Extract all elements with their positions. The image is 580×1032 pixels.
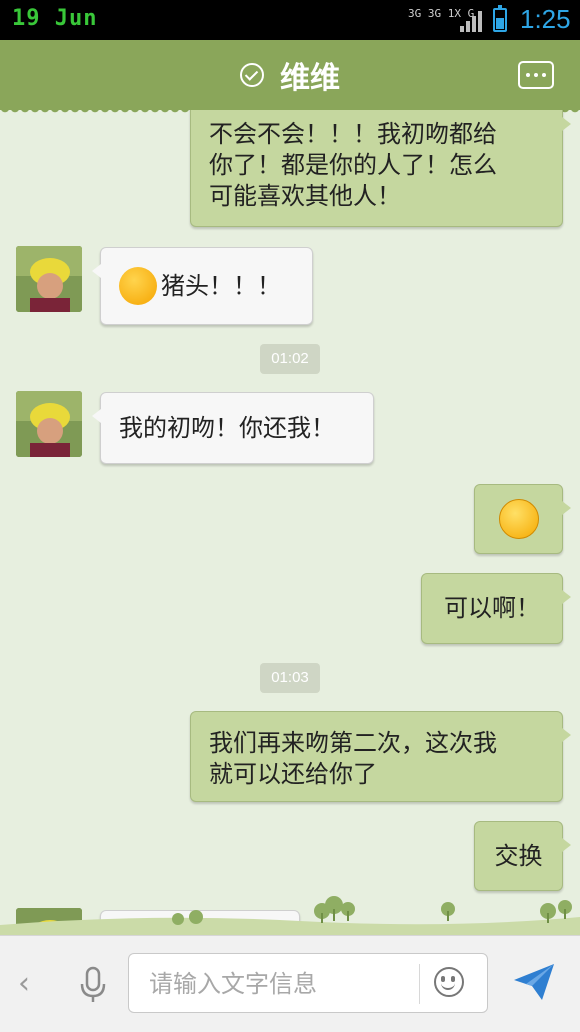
message-text: 不会不会！！！我初吻都给 你了！都是你的人了！怎么 可能喜欢其他人！ (209, 120, 497, 210)
battery-icon (493, 5, 507, 32)
avatar[interactable] (16, 246, 82, 312)
check-circle-icon (240, 63, 264, 87)
message-list[interactable]: 不会不会！！！我初吻都给 你了！都是你的人了！怎么 可能喜欢其他人！ 猪头！！！… (0, 110, 580, 935)
divider (419, 964, 420, 1004)
status-date: 19 Jun (12, 6, 98, 31)
laugh-emoji-icon (119, 267, 157, 305)
message-bubble-outgoing[interactable]: 可以啊！ (421, 573, 571, 644)
message-input[interactable] (147, 966, 421, 1002)
chevron-left-icon[interactable]: ‹ (18, 966, 30, 1001)
message-bubble-outgoing[interactable]: 我们再来吻第二次，这次我 就可以还给你了 (190, 711, 571, 802)
chat-header: 维维 (0, 40, 580, 116)
message-text: 可以啊！ (444, 594, 540, 622)
timestamp: 01:03 (260, 663, 320, 693)
message-text: 猪头！！！ (161, 271, 281, 300)
more-icon[interactable] (518, 61, 554, 89)
status-bar: 19 Jun 3G 3G 1X G 1:25 (0, 0, 580, 40)
microphone-icon[interactable] (78, 966, 108, 1004)
message-bubble-incoming[interactable]: 我的初吻！你还我！ (92, 392, 374, 464)
message-text: 我们再来吻第二次，这次我 就可以还给你了 (209, 729, 497, 788)
input-bar: ‹ (0, 935, 580, 1032)
send-icon[interactable] (512, 962, 556, 1002)
battery-level (496, 18, 504, 29)
message-text: 交换 (494, 841, 543, 870)
message-input-field[interactable] (128, 953, 488, 1013)
smile-emoji-icon (498, 499, 539, 539)
message-text: 我的初吻！你还我！ (119, 413, 335, 442)
avatar[interactable] (16, 391, 82, 457)
signal-icon (460, 10, 484, 32)
scenery-decoration (0, 896, 580, 935)
message-bubble-outgoing[interactable]: 不会不会！！！我初吻都给 你了！都是你的人了！怎么 可能喜欢其他人！ (190, 110, 571, 227)
smiley-face-icon[interactable] (434, 967, 464, 997)
timestamp: 01:02 (260, 344, 320, 374)
status-time: 1:25 (520, 4, 571, 34)
message-bubble-outgoing[interactable] (474, 484, 571, 554)
message-bubble-outgoing[interactable]: 交换 (474, 821, 571, 891)
contact-name[interactable]: 维维 (280, 53, 340, 97)
message-bubble-incoming[interactable]: 猪头！！！ (92, 247, 313, 325)
